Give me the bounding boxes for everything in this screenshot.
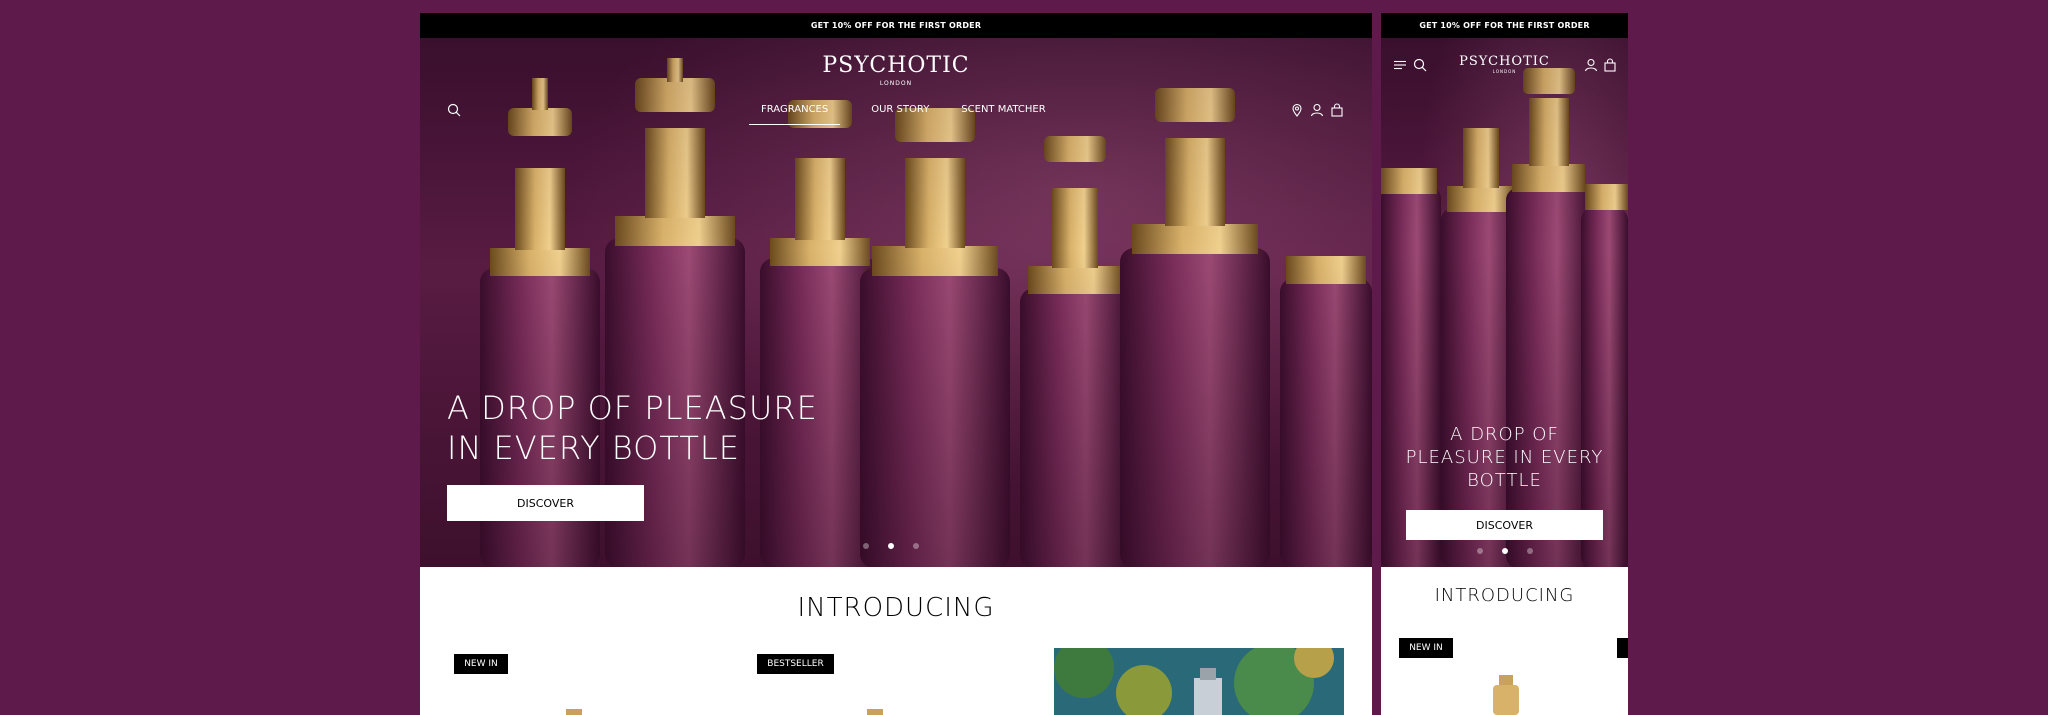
- discover-button[interactable]: DISCOVER: [447, 485, 644, 521]
- mobile-badge-new-in: NEW IN: [1399, 638, 1453, 658]
- main-nav: FRAGRANCES OUR STORY SCENT MATCHER: [749, 104, 1058, 125]
- hero-headline-line2: IN EVERY BOTTLE: [447, 429, 740, 467]
- product-2-image[interactable]: [855, 706, 895, 715]
- badge-new-in: NEW IN: [454, 654, 508, 674]
- hero-headline-line1: A DROP OF PLEASURE: [447, 389, 818, 427]
- product-1-image[interactable]: [554, 706, 594, 715]
- mobile-hero-headline-line1: A DROP OF: [1450, 424, 1559, 445]
- nav-item-fragrances[interactable]: FRAGRANCES: [749, 104, 841, 125]
- nav-item-our-story[interactable]: OUR STORY: [859, 104, 941, 125]
- mobile-hero-headline-line2: PLEASURE IN EVERY: [1405, 447, 1604, 468]
- announcement-bar[interactable]: GET 10% OFF FOR THE FIRST ORDER: [420, 13, 1372, 38]
- mobile-hero-headline: A DROP OF PLEASURE IN EVERY BOTTLE: [1381, 423, 1628, 492]
- mobile-carousel-dots: [1477, 548, 1533, 554]
- mobile-hero-banner: PSYCHOTIC LONDON A DROP OF PLEASURE IN E…: [1381, 38, 1628, 567]
- mobile-announcement-text: GET 10% OFF FOR THE FIRST ORDER: [1419, 21, 1590, 30]
- carousel-dots: [863, 543, 919, 549]
- user-icon[interactable]: [1310, 103, 1324, 117]
- search-icon[interactable]: [447, 103, 461, 117]
- mobile-intro-title: INTRODUCING: [1434, 585, 1575, 606]
- announcement-text: GET 10% OFF FOR THE FIRST ORDER: [810, 21, 982, 30]
- shopping-bag-icon[interactable]: [1330, 103, 1344, 117]
- mobile-badge-bestseller: B: [1617, 638, 1628, 658]
- carousel-dot-2[interactable]: [888, 543, 894, 549]
- hero-headline: A DROP OF PLEASURE IN EVERY BOTTLE: [447, 388, 818, 468]
- location-pin-icon[interactable]: [1290, 103, 1304, 117]
- carousel-dot-3[interactable]: [913, 543, 919, 549]
- product-3-image[interactable]: [1054, 648, 1344, 715]
- hero-banner: PSYCHOTIC LONDON FRAGRANCES OUR STORY SC…: [420, 38, 1372, 567]
- mobile-discover-button[interactable]: DISCOVER: [1406, 510, 1603, 540]
- badge-bestseller: BESTSELLER: [757, 654, 834, 674]
- mobile-announcement-bar[interactable]: GET 10% OFF FOR THE FIRST ORDER: [1381, 13, 1628, 38]
- brand-sub: LONDON: [879, 80, 913, 87]
- nav-item-scent-matcher[interactable]: SCENT MATCHER: [949, 104, 1057, 125]
- desktop-preview: GET 10% OFF FOR THE FIRST ORDER PSYCHOTI…: [420, 13, 1372, 715]
- mobile-hero-headline-line3: BOTTLE: [1467, 470, 1542, 491]
- carousel-dot-1[interactable]: [863, 543, 869, 549]
- intro-title: INTRODUCING: [797, 593, 995, 623]
- mobile-shopping-bag-icon[interactable]: [1603, 58, 1617, 72]
- mobile-product-1-image[interactable]: [1481, 673, 1531, 715]
- mobile-preview: GET 10% OFF FOR THE FIRST ORDER PSYCHOTI…: [1381, 13, 1628, 715]
- mobile-carousel-dot-2[interactable]: [1502, 548, 1508, 554]
- mobile-user-icon[interactable]: [1584, 58, 1598, 72]
- brand-name: PSYCHOTIC: [822, 53, 970, 78]
- brand-logo[interactable]: PSYCHOTIC LONDON: [420, 53, 1372, 87]
- mobile-carousel-dot-3[interactable]: [1527, 548, 1533, 554]
- mobile-carousel-dot-1[interactable]: [1477, 548, 1483, 554]
